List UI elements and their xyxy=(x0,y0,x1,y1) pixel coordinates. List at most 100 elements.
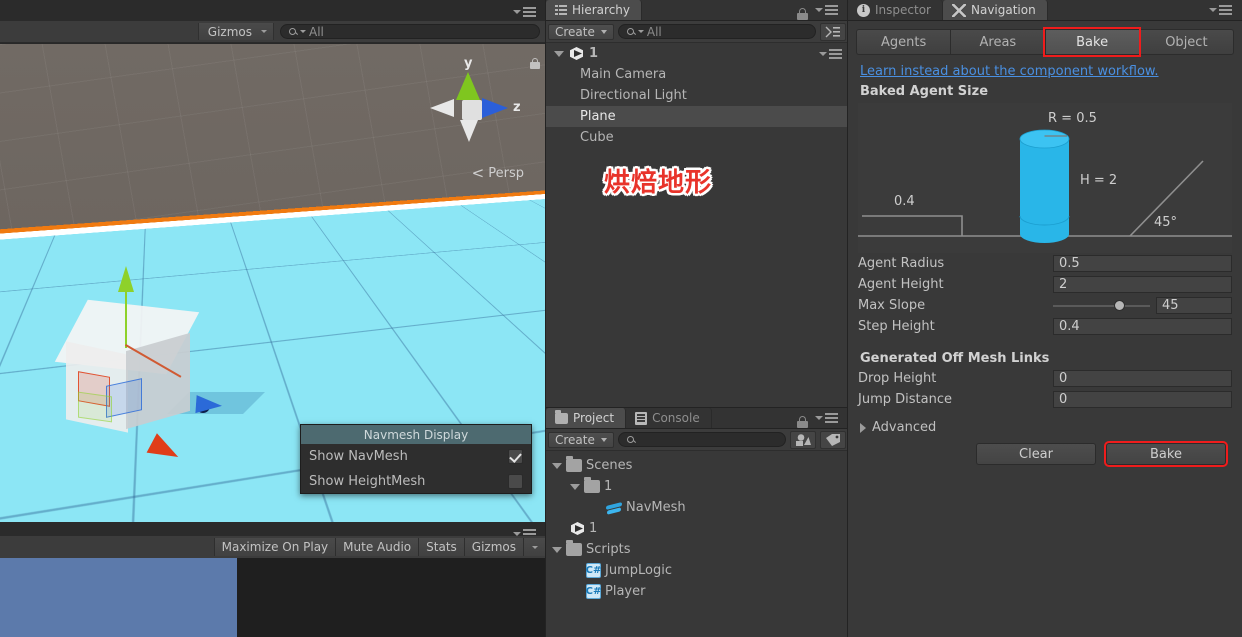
hierarchy-scene-options-menu[interactable] xyxy=(819,44,848,64)
bake-button[interactable]: Bake xyxy=(1104,441,1228,467)
tab-project[interactable]: Project xyxy=(546,408,627,428)
stats-button[interactable]: Stats xyxy=(418,538,464,556)
scene-search-input[interactable]: All xyxy=(280,24,540,39)
divider-hierarchy-project[interactable] xyxy=(546,407,848,408)
project-options-menu[interactable] xyxy=(815,408,844,428)
hierarchy-search-input[interactable]: All xyxy=(617,24,816,39)
scene-gizmo-lock-icon[interactable] xyxy=(530,58,540,69)
subtab-areas[interactable]: Areas xyxy=(950,29,1045,55)
mute-audio-button[interactable]: Mute Audio xyxy=(335,538,419,556)
jump-distance-input[interactable]: 0 xyxy=(1053,391,1232,408)
gizmo-axis-y-handle[interactable] xyxy=(118,266,134,292)
advanced-foldout[interactable]: Advanced xyxy=(860,420,1242,435)
clear-button[interactable]: Clear xyxy=(976,443,1096,465)
baked-agent-size-header: Baked Agent Size xyxy=(860,84,989,99)
step-height-input[interactable]: 0.4 xyxy=(1053,318,1232,335)
scene-viewport[interactable]: y z < Persp Navmesh Display Show NavMesh… xyxy=(0,44,546,522)
chevron-down-icon[interactable] xyxy=(552,462,562,469)
advanced-label: Advanced xyxy=(872,420,937,435)
divider-hierarchy-inspector[interactable] xyxy=(847,0,848,637)
chevron-down-icon[interactable] xyxy=(570,483,580,490)
navmesh-show-navmesh-row[interactable]: Show NavMesh xyxy=(301,444,531,469)
folder-icon xyxy=(555,410,568,424)
hierarchy-icon xyxy=(555,4,567,16)
hamburger-icon xyxy=(523,7,536,17)
max-slope-slider[interactable] xyxy=(1053,297,1150,314)
subtab-object[interactable]: Object xyxy=(1138,29,1234,55)
max-slope-input[interactable]: 45 xyxy=(1156,297,1232,314)
game-gizmos-button[interactable]: Gizmos xyxy=(463,538,523,556)
navmesh-show-navmesh-checkbox[interactable] xyxy=(508,449,523,464)
scene-gizmos-dropdown[interactable]: Gizmos xyxy=(197,23,274,40)
hierarchy-options-menu[interactable] xyxy=(815,0,844,20)
tab-navigation[interactable]: Navigation xyxy=(942,0,1048,20)
drop-height-input[interactable]: 0 xyxy=(1053,370,1232,387)
hierarchy-sort-button[interactable] xyxy=(820,22,846,41)
axis-z-cone[interactable] xyxy=(482,98,508,118)
chevron-down-icon xyxy=(1209,8,1217,12)
hierarchy-scene-name: 1 xyxy=(589,46,599,61)
inspector-options-menu[interactable] xyxy=(1209,0,1238,20)
hierarchy-item-cube[interactable]: Cube xyxy=(546,127,848,148)
chevron-right-icon xyxy=(860,422,866,433)
scene-projection-label[interactable]: < Persp xyxy=(472,164,524,182)
agent-height-input[interactable]: 2 xyxy=(1053,276,1232,293)
hierarchy-item-main-camera[interactable]: Main Camera xyxy=(546,64,848,85)
chevron-down-icon[interactable] xyxy=(554,50,564,57)
project-tree-item-scripts[interactable]: Scripts xyxy=(546,539,848,560)
game-view-sky xyxy=(0,558,237,637)
tab-console[interactable]: Console xyxy=(626,408,712,428)
component-workflow-link[interactable]: Learn instead about the component workfl… xyxy=(860,64,1159,79)
axis-negative-y-cone[interactable] xyxy=(460,120,478,142)
navmesh-display-title: Navmesh Display xyxy=(301,425,531,444)
agent-radius-input[interactable]: 0.5 xyxy=(1053,255,1232,272)
scene-view-top-strip xyxy=(0,0,546,21)
game-view-render[interactable] xyxy=(0,558,546,637)
project-tree-item-scenes[interactable]: Scenes xyxy=(546,455,848,476)
axis-gizmo-center[interactable] xyxy=(462,100,482,120)
hierarchy-item-directional-light[interactable]: Directional Light xyxy=(546,85,848,106)
hierarchy-lock-icon[interactable] xyxy=(797,8,808,20)
chevron-down-icon[interactable] xyxy=(552,546,562,553)
gizmo-plane-yz[interactable] xyxy=(78,391,112,423)
project-tree-item-navmesh[interactable]: NavMesh xyxy=(546,497,848,518)
project-tree-item-player[interactable]: C# Player xyxy=(546,581,848,602)
divider-scene-hierarchy[interactable] xyxy=(545,0,546,637)
maximize-on-play-button[interactable]: Maximize On Play xyxy=(213,538,336,556)
axis-y-cone[interactable] xyxy=(456,72,480,100)
navmesh-show-heightmesh-row[interactable]: Show HeightMesh xyxy=(301,469,531,494)
slider-handle[interactable] xyxy=(1114,300,1126,311)
project-search-input[interactable] xyxy=(617,432,786,447)
subtab-agents[interactable]: Agents xyxy=(856,29,951,55)
tab-inspector[interactable]: i Inspector xyxy=(848,0,943,20)
project-filter-by-type-button[interactable] xyxy=(790,430,816,449)
project-create-button[interactable]: Create xyxy=(548,431,614,448)
project-filter-by-label-button[interactable] xyxy=(820,430,846,449)
csharp-script-icon: C# xyxy=(585,563,602,578)
hierarchy-create-label: Create xyxy=(555,24,595,39)
project-create-label: Create xyxy=(555,432,595,447)
hierarchy-create-button[interactable]: Create xyxy=(548,23,614,40)
hierarchy-scene-root-row[interactable]: 1 xyxy=(546,43,848,64)
console-icon xyxy=(635,411,648,425)
game-gizmos-dropdown[interactable] xyxy=(523,538,546,556)
jump-distance-label: Jump Distance xyxy=(858,392,952,407)
project-tree-item-scene-1[interactable]: 1 xyxy=(546,518,848,539)
axis-negative-x-cone[interactable] xyxy=(430,99,454,117)
projection-mode-text: Persp xyxy=(488,165,524,181)
project-tree-item-jumplogic[interactable]: C# JumpLogic xyxy=(546,560,848,581)
scene-orientation-gizmo[interactable]: y z xyxy=(426,56,522,160)
scene-view-options-menu[interactable] xyxy=(513,2,542,22)
navmesh-show-heightmesh-checkbox[interactable] xyxy=(508,474,523,489)
navigation-icon xyxy=(951,3,966,17)
project-tree-item-scenes-1[interactable]: 1 xyxy=(546,476,848,497)
gizmo-axis-z-handle[interactable] xyxy=(195,395,223,415)
tab-hierarchy[interactable]: Hierarchy xyxy=(546,0,643,20)
scene-search-text: All xyxy=(309,24,324,39)
subtab-bake[interactable]: Bake xyxy=(1042,27,1141,57)
hierarchy-search-text: All xyxy=(646,24,662,39)
project-lock-icon[interactable] xyxy=(797,416,808,428)
hierarchy-item-plane[interactable]: Plane xyxy=(546,106,848,127)
hamburger-icon xyxy=(1219,5,1232,15)
unity-editor-window: Gizmos All y z < Persp Navmesh Display S… xyxy=(0,0,1242,637)
